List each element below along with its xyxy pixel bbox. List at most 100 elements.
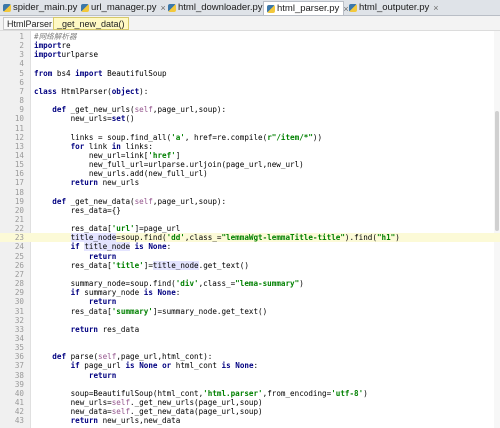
code-text: #网络解析器: [34, 32, 77, 41]
code-line[interactable]: 4: [0, 59, 500, 68]
code-line[interactable]: 34: [0, 334, 500, 343]
code-line[interactable]: 29 if summary_node is None:: [0, 288, 500, 297]
code-token: summary_node: [79, 288, 144, 298]
code-line[interactable]: 10 new_urls=set(): [0, 114, 500, 123]
tab-label: url_manager.py: [91, 2, 157, 13]
code-line[interactable]: 1 #网络解析器: [0, 32, 500, 41]
code-token: self: [111, 407, 131, 417]
code-line[interactable]: 21: [0, 215, 500, 224]
code-token: =re.compile(: [212, 132, 268, 142]
code-line[interactable]: 12 links = soup.find_all('a', href=re.co…: [0, 133, 500, 142]
code-line[interactable]: 22 res_data['url']=page_url: [0, 224, 500, 233]
code-token: r"/item/*": [267, 132, 313, 142]
code-text: def parse(self,page_url,html_cont):: [34, 352, 212, 361]
code-line[interactable]: 25 return: [0, 252, 500, 261]
code-line[interactable]: 37 if page_url is None or html_cont is N…: [0, 361, 500, 370]
code-token: ]: [175, 150, 181, 160]
line-number: 10: [14, 114, 24, 124]
code-text: new_urls=self._get_new_urls(page_url,sou…: [34, 398, 263, 407]
code-text: if summary_node is None:: [34, 288, 181, 298]
code-line[interactable]: 11: [0, 124, 500, 133]
code-line[interactable]: 8: [0, 96, 500, 105]
breadcrumb-method[interactable]: _get_new_data(): [53, 17, 129, 30]
code-line[interactable]: 24 if title_node is None:: [0, 242, 500, 252]
code-line[interactable]: 36 def parse(self,page_url,html_cont):: [0, 352, 500, 361]
code-token: 'summary': [111, 306, 153, 316]
code-line[interactable]: 33 return res_data: [0, 325, 500, 334]
line-number: 25: [14, 251, 24, 261]
code-line[interactable]: 16 new_urls.add(new_full_url): [0, 169, 500, 178]
code-line[interactable]: 17 return new_urls: [0, 178, 500, 187]
line-number: 33: [14, 324, 24, 334]
code-line[interactable]: 40 soup=BeautifulSoup(html_cont,'html.pa…: [0, 389, 500, 398]
line-number: 29: [14, 288, 24, 298]
code-line[interactable]: 26 res_data['title']=title_node.get_text…: [0, 260, 500, 270]
line-number: 6: [19, 77, 24, 87]
line-number: 13: [14, 141, 24, 151]
code-token: .get_text(): [198, 260, 249, 270]
code-token: self: [134, 196, 153, 206]
code-line[interactable]: 13 for link in links:: [0, 142, 500, 151]
code-line[interactable]: 31 res_data['summary']=summary_node.get_…: [0, 307, 500, 316]
code-line[interactable]: 23 title_node=soup.find('dd',class_="lem…: [0, 233, 500, 243]
tab-html-outputer-py[interactable]: html_outputer.py ×: [346, 1, 439, 14]
code-line[interactable]: 35: [0, 343, 500, 352]
code-line[interactable]: 18: [0, 188, 500, 197]
code-line[interactable]: 15 new_full_url=urlparse.urljoin(page_ur…: [0, 160, 500, 169]
tab-html-parser-py[interactable]: html_parser.py ×: [263, 1, 349, 15]
code-line[interactable]: 41 new_urls=self._get_new_urls(page_url,…: [0, 398, 500, 407]
code-token: return: [70, 178, 99, 188]
line-number: 31: [14, 306, 24, 316]
code-line[interactable]: 38 return: [0, 371, 500, 380]
code-line[interactable]: 6: [0, 78, 500, 87]
code-token: from_encoding=: [267, 388, 332, 398]
code-token: from: [34, 68, 53, 78]
line-number: 41: [14, 398, 24, 407]
code-line[interactable]: 9 def _get_new_urls(self,page_url,soup):: [0, 105, 500, 114]
code-token: ,class_=: [198, 279, 236, 289]
line-number: 11: [14, 123, 24, 133]
code-line[interactable]: 3 importurlparse: [0, 50, 500, 59]
code-editor[interactable]: 1 #网络解析器 2 importre 3 importurlparse 4 5 from bs…: [0, 31, 500, 428]
line-number: 15: [14, 160, 24, 170]
tab-spider-main-py[interactable]: spider_main.py×: [0, 1, 87, 14]
code-token: res_data: [98, 324, 140, 334]
code-text: for link in links:: [34, 142, 153, 151]
code-line[interactable]: 20 res_data={}: [0, 206, 500, 215]
line-number: 39: [14, 379, 24, 389]
code-line[interactable]: 32: [0, 316, 500, 325]
line-number: 4: [19, 59, 24, 69]
code-token: res_data[: [34, 306, 112, 316]
code-line[interactable]: 28 summary_node=soup.find('div',class_="…: [0, 279, 500, 288]
code-line[interactable]: 27: [0, 270, 500, 279]
tab-url-manager-py[interactable]: url_manager.py ×: [78, 1, 166, 14]
code-line[interactable]: 42 new_data=self._get_new_data(page_url,…: [0, 407, 500, 416]
code-line[interactable]: 39: [0, 380, 500, 389]
line-number: 27: [14, 269, 24, 279]
python-file-icon: [168, 3, 176, 12]
tab-html-downloader-py[interactable]: html_downloader.py×: [165, 1, 272, 14]
code-line[interactable]: 2 importre: [0, 41, 500, 50]
code-line[interactable]: 19 def _get_new_data(self,page_url,soup)…: [0, 197, 500, 206]
line-number: 5: [19, 68, 24, 78]
code-text: new_full_url=urlparse.urljoin(page_url,n…: [34, 160, 304, 169]
code-token: 'a': [171, 132, 185, 142]
code-token: BeautifulSoup: [102, 68, 167, 78]
code-token: new_urls: [98, 178, 140, 188]
line-number: 28: [14, 279, 24, 289]
code-token: ]=summary_node.get_text(): [152, 306, 268, 316]
code-token: _get_new_data(: [66, 196, 135, 206]
code-line[interactable]: 14 new_url=link['href']: [0, 151, 500, 160]
close-tab-icon[interactable]: ×: [433, 3, 438, 13]
code-line[interactable]: 43 return new_urls,new_data: [0, 416, 500, 425]
breadcrumb: HtmlParser _get_new_data(): [0, 16, 500, 31]
line-number: 20: [14, 205, 24, 215]
code-line[interactable]: 7 class HtmlParser(object):: [0, 87, 500, 96]
code-line[interactable]: 5 from bs4 import BeautifulSoup: [0, 69, 500, 78]
code-token: 'div': [175, 279, 199, 289]
code-text: return new_urls,new_data: [34, 416, 181, 425]
code-line[interactable]: 30 return: [0, 297, 500, 306]
breadcrumb-class[interactable]: HtmlParser: [3, 17, 57, 30]
